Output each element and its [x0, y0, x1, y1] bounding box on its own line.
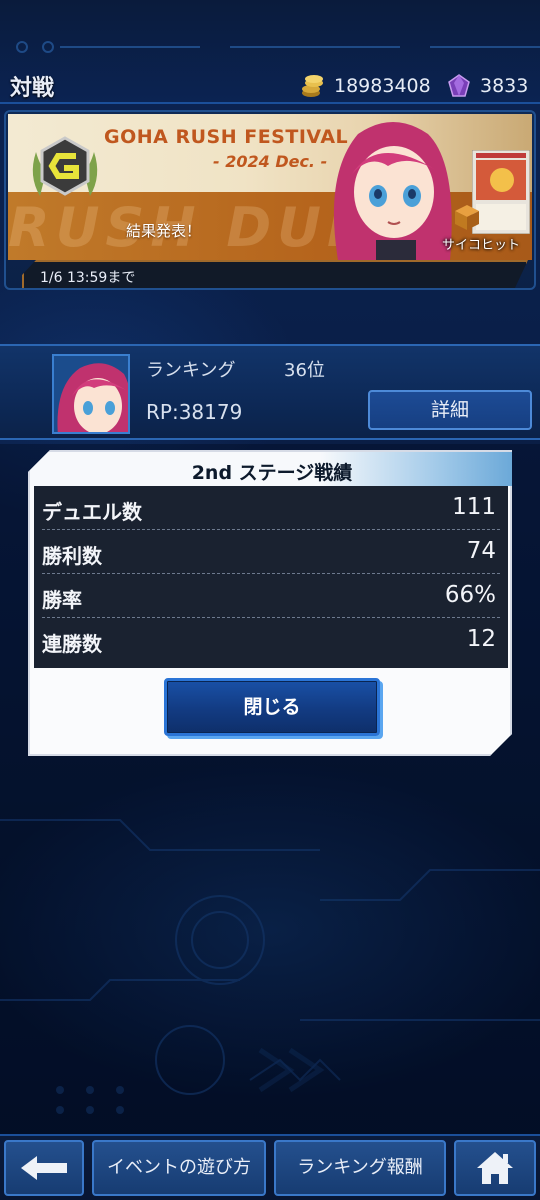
detail-button[interactable]: 詳細 — [368, 390, 532, 430]
modal-title: 2nd ステージ戦績 — [191, 462, 353, 484]
stats-table: デュエル数 111 勝利数 74 勝率 66% 連勝数 12 — [34, 486, 508, 668]
stage-stats-modal: 2nd ステージ戦績 デュエル数 111 勝利数 74 勝率 66% 連勝数 1… — [28, 450, 512, 756]
top-bar: 対戦 18983408 3833 — [0, 0, 540, 104]
gem-icon — [448, 74, 470, 97]
circuit-decoration — [16, 41, 540, 53]
stat-label: デュエル数 — [42, 500, 142, 524]
stat-row-duels: デュエル数 111 — [42, 486, 500, 530]
stat-row-streak: 連勝数 12 — [42, 618, 500, 662]
event-banner[interactable]: RUSH DUEL GOHA RUSH FESTIVAL - 2024 Dec.… — [4, 110, 536, 290]
goha-logo-icon — [32, 136, 98, 196]
screen-title: 対戦 — [10, 76, 55, 101]
modal-header: 2nd ステージ戦績 — [30, 452, 514, 486]
gem-counter: 3833 — [446, 72, 528, 100]
stat-value: 111 — [452, 494, 496, 520]
home-button[interactable] — [454, 1140, 536, 1196]
event-guide-button[interactable]: イベントの遊び方 — [92, 1140, 266, 1196]
event-subtitle: - 2024 Dec. - — [213, 152, 328, 171]
coin-icon — [302, 75, 323, 97]
ranking-value: 36位 — [284, 360, 325, 381]
result-announcement: 結果発表！ — [126, 222, 202, 240]
bottom-nav: イベントの遊び方 ランキング報酬 — [0, 1134, 540, 1200]
box-icon — [455, 205, 479, 230]
gold-counter: 18983408 — [300, 72, 431, 100]
ranking-panel: ランキング 36位 RP:38179 詳細 — [0, 344, 540, 440]
stat-row-wins: 勝利数 74 — [42, 530, 500, 574]
stat-value: 74 — [466, 538, 496, 564]
stat-label: 勝利数 — [42, 544, 102, 568]
deadline-text: 1/6 13:59まで — [40, 270, 136, 286]
stat-label: 連勝数 — [42, 632, 102, 656]
stat-label: 勝率 — [42, 588, 82, 612]
event-deadline: 1/6 13:59まで — [22, 260, 528, 290]
arrow-left-icon — [21, 1156, 67, 1180]
ranking-label: ランキング — [146, 360, 236, 381]
stat-value: 12 — [466, 626, 496, 652]
rank-points: RP:38179 — [146, 400, 243, 424]
avatar-image — [54, 356, 128, 432]
event-banner-art: RUSH DUEL GOHA RUSH FESTIVAL - 2024 Dec.… — [8, 114, 532, 260]
home-icon — [477, 1152, 513, 1184]
back-button[interactable] — [4, 1140, 84, 1196]
event-title: GOHA RUSH FESTIVAL — [104, 126, 349, 148]
close-button[interactable]: 閉じる — [164, 678, 380, 736]
ranking-reward-button[interactable]: ランキング報酬 — [274, 1140, 446, 1196]
avatar — [52, 354, 130, 434]
stat-row-win-rate: 勝率 66% — [42, 574, 500, 618]
stat-value: 66% — [444, 582, 496, 608]
psycho-hit-label: サイコヒット — [442, 238, 521, 253]
gem-amount: 3833 — [480, 75, 529, 97]
gold-amount: 18983408 — [334, 75, 431, 97]
